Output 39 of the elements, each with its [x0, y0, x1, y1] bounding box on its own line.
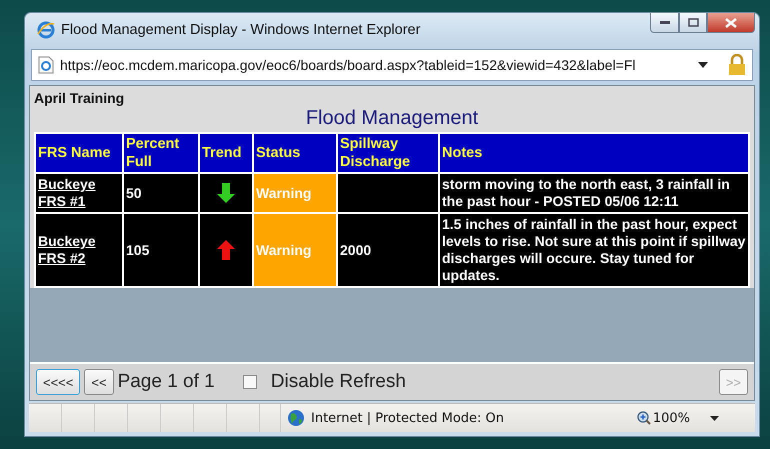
window-title: Flood Management Display - Windows Internet Explorer: [61, 22, 422, 38]
browser-logo-icon: [37, 21, 55, 39]
maximize-button[interactable]: [679, 13, 707, 33]
minimize-icon: [660, 20, 670, 24]
column-header: Spillway Discharge: [338, 134, 438, 172]
notes-cell: 1.5 inches of rainfall in the past hour, expect levels to rise. Not sure at this point if spillway discharges will occure. Stay tuned for updates.: [440, 214, 748, 286]
url-text: https://eoc.mcdem.maricopa.gov/eoc6/boards/board.aspx?tableid=152&viewid=432&label=Fl: [60, 57, 637, 73]
minimize-button[interactable]: [650, 13, 679, 33]
first-page-button[interactable]: <<<<: [36, 369, 80, 395]
checkbox-label: Disable Refresh: [270, 371, 406, 393]
zoom-icon[interactable]: [636, 411, 651, 425]
board-title: Flood Management: [304, 107, 480, 130]
zoom-level[interactable]: 100%: [652, 410, 690, 426]
status-cell: Warning: [254, 214, 336, 286]
security-zone-text: Internet | Protected Mode: On: [311, 410, 504, 426]
previous-page-button[interactable]: <<: [84, 369, 114, 395]
board-name: April Training: [34, 90, 126, 106]
table-cell: 2000: [338, 214, 438, 286]
column-header: Percent Full: [124, 134, 198, 172]
globe-icon: [287, 409, 305, 427]
status-cell: Warning: [254, 174, 336, 212]
column-header: Status: [254, 134, 336, 172]
close-icon: [725, 18, 737, 28]
page-icon: [38, 56, 54, 74]
column-header: FRS Name: [36, 134, 122, 172]
caret-icon[interactable]: [698, 62, 708, 68]
checkbox[interactable]: [242, 375, 257, 389]
station-link[interactable]: Buckeye FRS #1: [38, 176, 120, 210]
padlock-icon[interactable]: [728, 54, 746, 76]
close-button[interactable]: [707, 13, 755, 33]
page-indicator: Page 1 of 1: [118, 371, 215, 393]
address-field[interactable]: https://eoc.mcdem.maricopa.gov/eoc6/boards/board.aspx?tableid=152&viewid=432&label=Fl: [31, 49, 753, 81]
column-header: Trend: [200, 134, 252, 172]
notes-cell: storm moving to the north east, 3 rainfall in the past hour - POSTED 05/06 12:11: [440, 174, 748, 212]
table-cell: 50: [124, 174, 198, 212]
table-cell: 105: [124, 214, 198, 286]
column-header: Notes: [440, 134, 748, 172]
caret-icon[interactable]: [710, 416, 719, 420]
maximize-icon: [688, 18, 698, 27]
